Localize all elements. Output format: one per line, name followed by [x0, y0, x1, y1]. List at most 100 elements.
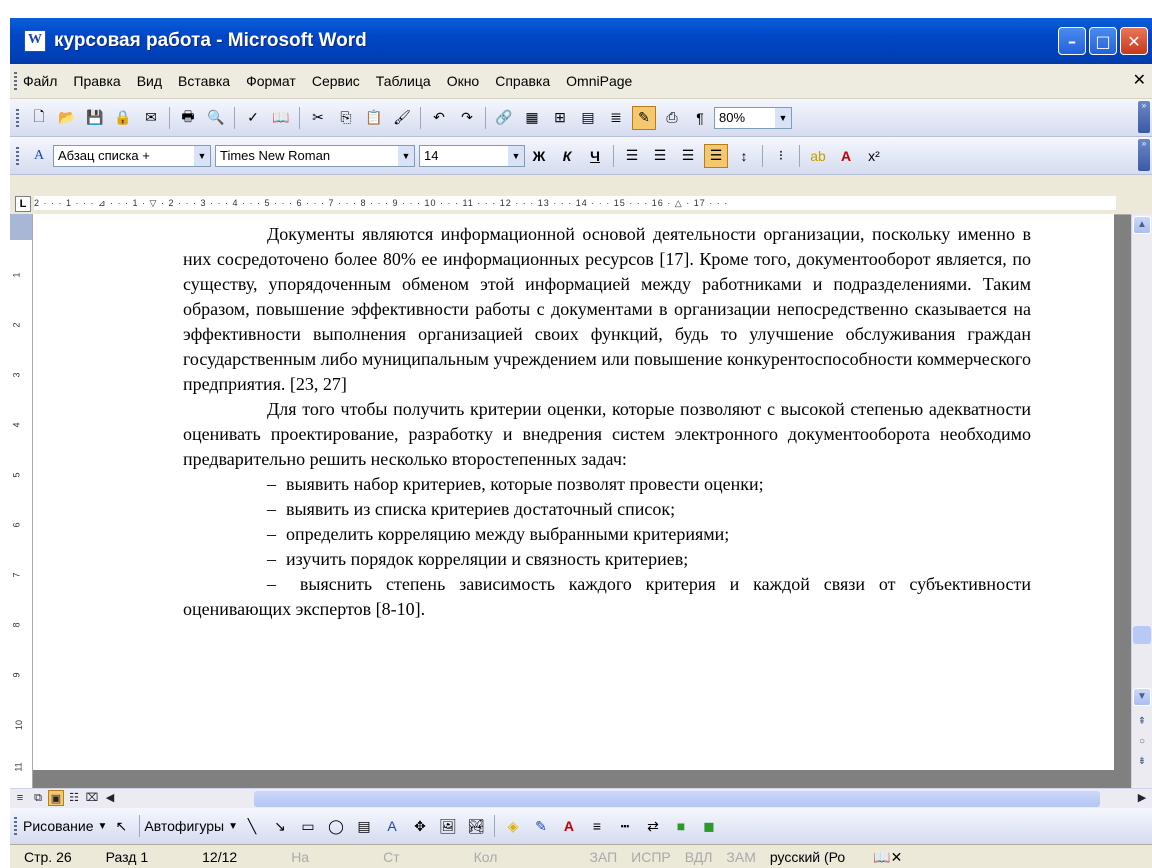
scroll-down-icon[interactable]: ▼	[1133, 688, 1151, 706]
menu-view[interactable]: Вид	[137, 73, 162, 89]
style-select[interactable]: Абзац списка + ▼	[53, 144, 211, 167]
rectangle-icon[interactable]: ▭	[296, 814, 320, 838]
status-rec[interactable]: ЗАП	[589, 849, 617, 865]
scroll-right-icon[interactable]: ▶	[1134, 790, 1150, 806]
italic-icon[interactable]: К	[555, 144, 579, 168]
align-left-icon[interactable]: ☰	[620, 144, 644, 168]
chevron-down-icon[interactable]: ▼	[98, 821, 108, 832]
font-size-select[interactable]: 14 ▼	[419, 144, 525, 167]
permission-icon[interactable]: 🔒	[111, 106, 135, 130]
status-ext[interactable]: ВДЛ	[685, 849, 713, 865]
shadow-icon[interactable]: ■	[669, 814, 693, 838]
status-trk[interactable]: ИСПР	[631, 849, 671, 865]
arrow-icon[interactable]: ↘	[268, 814, 292, 838]
email-icon[interactable]: ✉	[139, 106, 163, 130]
text-box-icon[interactable]: ▤	[352, 814, 376, 838]
wordart-icon[interactable]: A	[380, 814, 404, 838]
chevron-down-icon[interactable]: ▼	[228, 821, 238, 832]
spelling-status-icon[interactable]: 📖✕	[873, 849, 902, 866]
drawing-menu[interactable]: Рисование	[23, 818, 94, 834]
menu-format[interactable]: Формат	[246, 73, 296, 89]
arrow-style-icon[interactable]: ⇄	[641, 814, 665, 838]
previous-page-icon[interactable]: ⇞	[1133, 714, 1151, 732]
status-language[interactable]: русский (Ро	[770, 849, 845, 865]
menu-file[interactable]: Файл	[23, 73, 57, 89]
browse-object-icon[interactable]: ○	[1133, 734, 1151, 752]
maximize-button[interactable]: □	[1089, 27, 1117, 55]
clip-art-icon[interactable]: 🖼	[436, 814, 460, 838]
normal-view-icon[interactable]: ≡	[12, 790, 28, 806]
horizontal-ruler[interactable]: L 2 · · · 1 · · · ⊿ · · · 1 · ▽ · 2 · · …	[10, 192, 1152, 215]
align-center-icon[interactable]: ☰	[648, 144, 672, 168]
select-objects-icon[interactable]: ↖	[109, 814, 133, 838]
minimize-button[interactable]: –	[1058, 27, 1086, 55]
toolbar-options-icon[interactable]: »	[1138, 139, 1150, 171]
scroll-left-icon[interactable]: ◀	[102, 790, 118, 806]
vertical-ruler[interactable]: 1 2 3 4 5 6 7 8 9 10 11	[10, 214, 33, 788]
toolbar-grip[interactable]	[14, 817, 17, 835]
menu-table[interactable]: Таблица	[376, 73, 431, 89]
outline-view-icon[interactable]: ☷	[66, 790, 82, 806]
menu-tools[interactable]: Сервис	[312, 73, 360, 89]
chevron-down-icon[interactable]: ▼	[508, 145, 524, 166]
spelling-icon[interactable]: ✓	[241, 106, 265, 130]
insert-table-icon[interactable]: ⊞	[548, 106, 572, 130]
font-select[interactable]: Times New Roman ▼	[215, 144, 415, 167]
menu-help[interactable]: Справка	[495, 73, 550, 89]
fill-color-icon[interactable]: ◈	[501, 814, 525, 838]
numbering-icon[interactable]: ⁝	[769, 144, 793, 168]
picture-icon[interactable]: 🏞	[464, 814, 488, 838]
chevron-down-icon[interactable]: ▼	[194, 145, 210, 166]
toolbar-options-icon[interactable]: »	[1138, 101, 1150, 133]
font-color-icon[interactable]: A	[557, 814, 581, 838]
3d-icon[interactable]: ◼	[697, 814, 721, 838]
menu-edit[interactable]: Правка	[73, 73, 120, 89]
diagram-icon[interactable]: ✥	[408, 814, 432, 838]
horizontal-scrollbar[interactable]: ≡ ⧉ ▣ ☷ ⌧ ◀ ▶	[10, 788, 1152, 809]
reading-view-icon[interactable]: ⌧	[84, 790, 100, 806]
close-button[interactable]: ✕	[1120, 27, 1148, 55]
print-icon[interactable]: 🖶	[176, 106, 200, 130]
cut-icon[interactable]: ✂	[306, 106, 330, 130]
scroll-up-icon[interactable]: ▲	[1133, 216, 1151, 234]
zoom-select[interactable]: 80% ▼	[714, 106, 792, 129]
next-page-icon[interactable]: ⇟	[1133, 754, 1151, 772]
toolbar-grip[interactable]	[16, 108, 19, 127]
underline-icon[interactable]: Ч	[583, 144, 607, 168]
line-spacing-icon[interactable]: ↕	[732, 144, 756, 168]
font-color-icon[interactable]: A	[834, 144, 858, 168]
word-app-icon[interactable]	[24, 30, 46, 52]
new-document-icon[interactable]: 🗋	[27, 106, 51, 130]
document-body[interactable]: Документы являются информационной осново…	[183, 222, 1031, 622]
styles-pane-icon[interactable]: A	[27, 144, 51, 168]
autoshapes-menu[interactable]: Автофигуры	[144, 818, 224, 834]
menu-grip[interactable]	[14, 72, 17, 90]
hyperlink-icon[interactable]: 🔗	[492, 106, 516, 130]
document-map-icon[interactable]: ⎙	[660, 106, 684, 130]
copy-icon[interactable]: ⎘	[334, 106, 358, 130]
paste-icon[interactable]: 📋	[362, 106, 386, 130]
status-ovr[interactable]: ЗАМ	[726, 849, 755, 865]
research-icon[interactable]: 📖	[269, 106, 293, 130]
format-painter-icon[interactable]: 🖌	[390, 106, 414, 130]
menu-window[interactable]: Окно	[447, 73, 480, 89]
drawing-icon[interactable]: ✎	[632, 105, 656, 130]
oval-icon[interactable]: ◯	[324, 814, 348, 838]
dash-style-icon[interactable]: ┅	[613, 814, 637, 838]
toolbar-grip[interactable]	[16, 146, 19, 165]
chevron-down-icon[interactable]: ▼	[398, 145, 414, 166]
print-layout-icon[interactable]: ▣	[48, 790, 64, 806]
vertical-scrollbar[interactable]: ▲ ▼ ⇞ ○ ⇟	[1131, 214, 1152, 788]
justify-icon[interactable]: ☰	[704, 143, 728, 168]
open-folder-icon[interactable]: 📂	[55, 106, 79, 130]
redo-icon[interactable]: ↷	[455, 106, 479, 130]
scroll-thumb[interactable]	[254, 791, 1100, 807]
tables-borders-icon[interactable]: ▦	[520, 106, 544, 130]
close-document-icon[interactable]: ✕	[1133, 70, 1146, 90]
tab-selector[interactable]: L	[15, 196, 31, 212]
undo-icon[interactable]: ↶	[427, 106, 451, 130]
menu-insert[interactable]: Вставка	[178, 73, 230, 89]
line-icon[interactable]: ╲	[240, 814, 264, 838]
highlight-icon[interactable]: ab	[806, 144, 830, 168]
superscript-icon[interactable]: x²	[862, 144, 886, 168]
